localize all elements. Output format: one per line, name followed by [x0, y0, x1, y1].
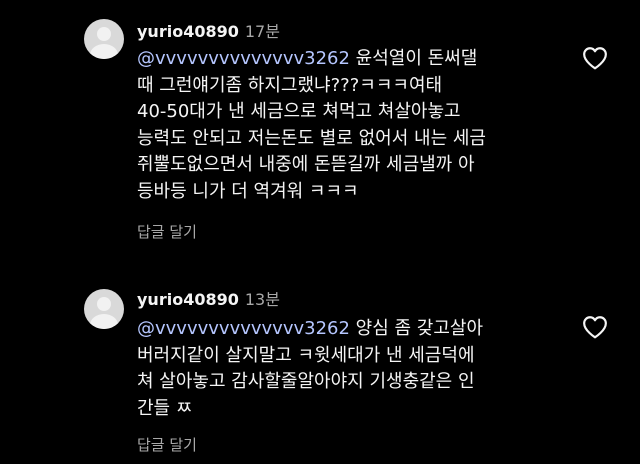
avatar-head [97, 297, 111, 311]
mention-link[interactable]: @vvvvvvvvvvvvvv3262 [137, 318, 350, 339]
comment-meta: yurio40890 13분 [137, 290, 280, 310]
comment-text: @vvvvvvvvvvvvvv3262 양심 좀 갖고살아 버러지같이 살지말고… [137, 316, 577, 422]
avatar[interactable] [84, 289, 124, 329]
reply-button[interactable]: 답글 달기 [137, 435, 197, 455]
comment-line: 간들 ㅉ [137, 397, 193, 419]
heart-outline-icon[interactable] [582, 315, 608, 339]
comment-line: 쳐 살아놓고 감사할줄알아야지 기생충같은 인 [137, 371, 475, 392]
comment-item-2: yurio40890 13분 @vvvvvvvvvvvvvv3262 양심 좀 갖… [0, 0, 640, 464]
comment-line: @vvvvvvvvvvvvvv3262 양심 좀 갖고살아 [137, 316, 577, 343]
comment-line-text: 양심 좀 갖고살아 [349, 318, 484, 339]
comment-time: 13분 [244, 290, 280, 309]
comment-line: 버러지같이 살지말고 ㅋ윗세대가 낸 세금덕에 [137, 344, 475, 366]
comment-username[interactable]: yurio40890 [137, 290, 239, 309]
avatar-body [90, 314, 118, 329]
